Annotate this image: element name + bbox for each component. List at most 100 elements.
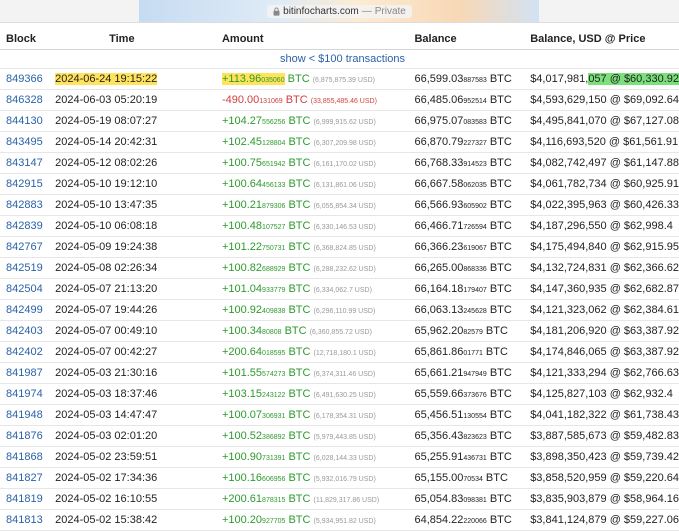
block-cell: 841974	[0, 383, 50, 405]
block-link[interactable]: 841868	[6, 451, 43, 463]
block-link[interactable]: 846328	[6, 94, 43, 106]
time-cell: 2024-05-10 19:12:10	[49, 173, 216, 195]
balance-unit: BTC	[489, 388, 512, 400]
balance-cell: 66,366.23619067 BTC	[408, 236, 525, 258]
block-link[interactable]: 841974	[6, 388, 43, 400]
balance-usd-value: $4,187,296,550 @ $62,998.4	[530, 220, 673, 232]
balance-usd-value: $4,061,782,734 @ $60,925.91	[530, 178, 679, 190]
balance-unit: BTC	[489, 430, 512, 442]
block-link[interactable]: 841813	[6, 514, 43, 526]
block-link[interactable]: 842504	[6, 283, 43, 295]
time-cell: 2024-05-10 06:08:18	[49, 215, 216, 237]
table-row: 842915 2024-05-10 19:12:10 +100.64456133 B…	[0, 173, 679, 195]
amount-cell: +100.48107527 BTC (6,330,146.53 USD)	[215, 215, 409, 237]
balance-usd-value: $4,082,742,497 @ $61,147.88	[530, 157, 679, 169]
table-row: 841819 2024-05-02 16:10:55 +200.61878315 B…	[0, 488, 679, 510]
amount-unit: BTC	[288, 304, 311, 316]
balance-usd-value: $4,125,827,103 @ $62,932.4	[530, 388, 673, 400]
amount-main: +100.07	[221, 409, 263, 421]
amount-usd: (5,979,443.85 USD)	[313, 434, 376, 441]
balance-unit: BTC	[489, 199, 512, 211]
balance-unit: BTC	[489, 514, 512, 526]
block-link[interactable]: 842915	[6, 178, 43, 190]
show-small-tx-link[interactable]: show < $100 transactions	[0, 49, 679, 69]
header-block[interactable]: Block	[0, 28, 50, 50]
header-balance[interactable]: Balance	[408, 28, 525, 50]
time-cell: 2024-05-03 02:01:20	[49, 425, 216, 447]
block-link[interactable]: 841827	[6, 472, 43, 484]
balance-usd-value: $4,181,206,920 @ $63,387.92	[530, 325, 679, 337]
block-link[interactable]: 842767	[6, 241, 43, 253]
balance-usd-cell: $4,121,323,062 @ $62,384.61	[524, 299, 679, 321]
amount-main: +100.34	[221, 325, 263, 337]
block-link[interactable]: 841876	[6, 430, 43, 442]
block-cell: 846328	[0, 89, 50, 111]
amount-main: +100.16	[221, 472, 263, 484]
balance-main: 66,265.00	[414, 262, 464, 274]
block-link[interactable]: 842403	[6, 325, 43, 337]
block-link[interactable]: 844130	[6, 115, 43, 127]
amount-fraction: 386892	[262, 434, 286, 441]
balance-usd-cell: $4,017,981,057 @ $60,330.92	[524, 68, 679, 90]
block-cell: 842403	[0, 320, 50, 342]
block-link[interactable]: 841987	[6, 367, 43, 379]
time-value: 2024-05-14 20:42:31	[55, 136, 158, 148]
block-link[interactable]: 842402	[6, 346, 43, 358]
table-row: 846328 2024-06-03 05:20:19 -490.00131069 B…	[0, 89, 679, 111]
balance-main: 65,559.66	[414, 388, 464, 400]
amount-unit: BTC	[288, 472, 311, 484]
balance-unit: BTC	[489, 451, 512, 463]
table-row: 841948 2024-05-03 14:47:47 +100.07306931 B…	[0, 404, 679, 426]
time-cell: 2024-05-02 17:34:36	[49, 467, 216, 489]
block-link[interactable]: 843147	[6, 157, 43, 169]
balance-fraction: 868336	[463, 266, 487, 273]
url-host: bitinfocharts.com	[283, 5, 359, 17]
block-link[interactable]: 842499	[6, 304, 43, 316]
lock-icon	[273, 7, 280, 16]
block-cell: 844130	[0, 110, 50, 132]
amount-cell: +101.22750731 BTC (6,368,824.85 USD)	[215, 236, 409, 258]
block-link[interactable]: 841819	[6, 493, 43, 505]
amount-cell: +100.07306931 BTC (6,178,354.31 USD)	[215, 404, 409, 426]
balance-main: 65,356.43	[414, 430, 464, 442]
header-time[interactable]: Time	[49, 28, 216, 50]
balance-main: 66,975.07	[414, 115, 464, 127]
balance-main: 65,054.83	[414, 493, 464, 505]
balance-main: 66,599.03	[414, 73, 464, 85]
balance-usd-cell: $4,041,182,322 @ $61,738.43	[524, 404, 679, 426]
amount-cell: +100.82688929 BTC (6,288,232.62 USD)	[215, 257, 409, 279]
balance-unit: BTC	[489, 262, 512, 274]
amount-cell: +101.04933779 BTC (6,334,062.7 USD)	[215, 278, 409, 300]
balance-usd-value: $4,174,846,065 @ $63,387.92	[530, 346, 679, 358]
balance-usd-cell: $3,858,520,959 @ $59,220.64	[524, 467, 679, 489]
amount-fraction: 606956	[262, 476, 286, 483]
block-link[interactable]: 841948	[6, 409, 43, 421]
block-link[interactable]: 842839	[6, 220, 43, 232]
amount-cell: +100.52386892 BTC (5,979,443.85 USD)	[215, 425, 409, 447]
transactions-table: Block Time Amount Balance Balance, USD @…	[0, 28, 679, 531]
amount-usd: (33,855,485.46 USD)	[310, 98, 377, 105]
block-link[interactable]: 842883	[6, 199, 43, 211]
url-display[interactable]: bitinfocharts.com — Private	[267, 4, 412, 18]
amount-usd: (6,334,062.7 USD)	[313, 287, 372, 294]
block-link[interactable]: 843495	[6, 136, 43, 148]
balance-usd-cell: $3,898,350,423 @ $59,739.42	[524, 446, 679, 468]
time-value: 2024-05-10 06:08:18	[55, 220, 158, 232]
amount-cell: +200.64018595 BTC (12,718,180.1 USD)	[215, 341, 409, 363]
amount-unit: BTC	[285, 94, 308, 106]
balance-cell: 66,485.06952514 BTC	[408, 89, 525, 111]
header-balance-usd[interactable]: Balance, USD @ Price	[524, 28, 679, 50]
block-link[interactable]: 849366	[6, 73, 43, 85]
time-cell: 2024-05-14 20:42:31	[49, 131, 216, 153]
time-cell: 2024-05-07 19:44:26	[49, 299, 216, 321]
header-amount[interactable]: Amount	[215, 28, 409, 50]
amount-main: +101.22	[221, 241, 263, 253]
browser-url-bar[interactable]: bitinfocharts.com — Private	[0, 0, 679, 23]
time-cell: 2024-05-07 21:13:20	[49, 278, 216, 300]
block-link[interactable]: 842519	[6, 262, 43, 274]
balance-fraction: 823623	[463, 434, 487, 441]
block-cell: 842839	[0, 215, 50, 237]
balance-main: 65,962.20	[414, 325, 464, 337]
balance-cell: 66,265.00868336 BTC	[408, 257, 525, 279]
balance-cell: 66,063.13245628 BTC	[408, 299, 525, 321]
